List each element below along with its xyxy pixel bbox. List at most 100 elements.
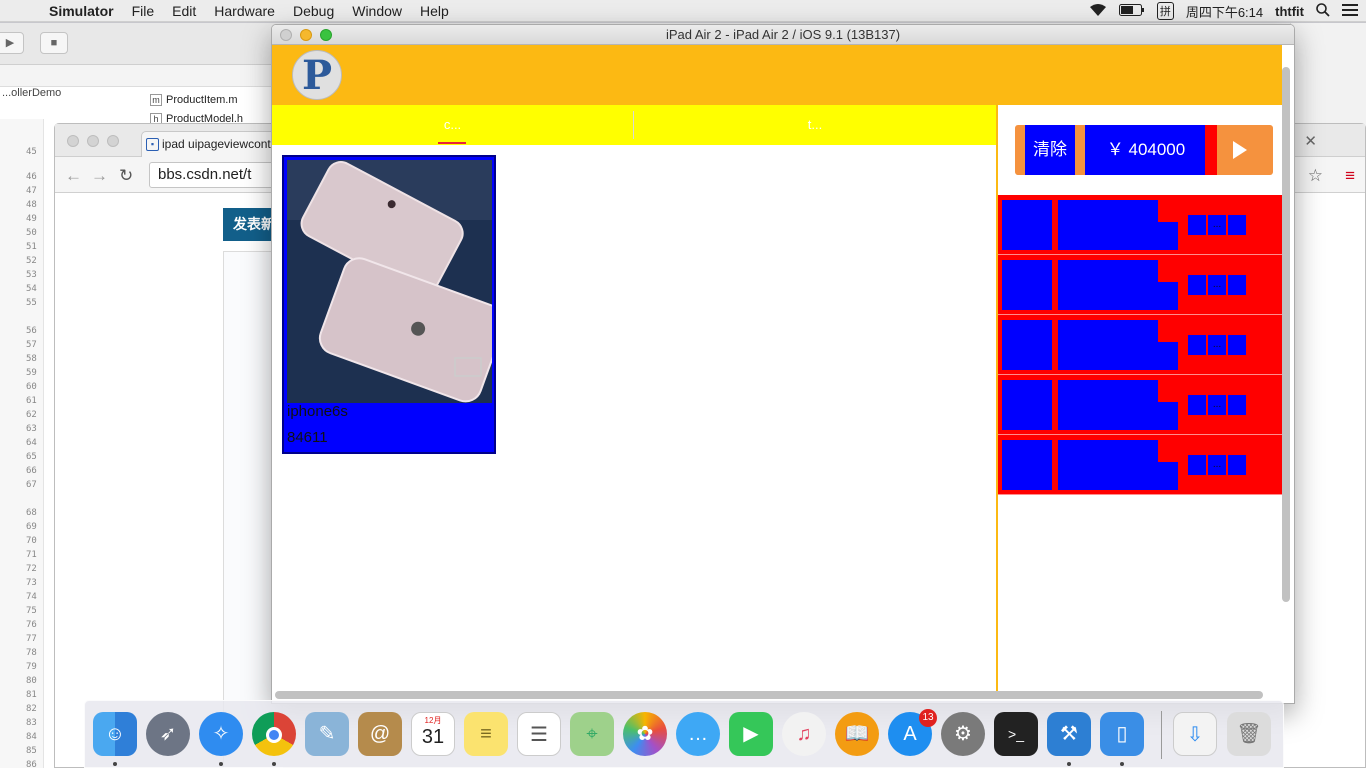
- line-number: 59: [26, 368, 37, 378]
- run-icon[interactable]: ▶: [0, 32, 24, 54]
- stop-icon[interactable]: ■: [40, 32, 68, 54]
- cart-row[interactable]: ...: [998, 195, 1282, 255]
- trash-icon[interactable]: 🗑: [1227, 712, 1271, 756]
- chrome-icon[interactable]: [252, 712, 296, 756]
- minimize-button[interactable]: [87, 135, 99, 147]
- line-number: 53: [26, 270, 37, 280]
- contacts-icon[interactable]: @: [358, 712, 402, 756]
- cart-total: ￥ 404000: [1085, 125, 1207, 175]
- quantity-label: ...: [1208, 395, 1226, 415]
- increment-button[interactable]: [1228, 455, 1246, 475]
- cart-item-price: [1058, 402, 1178, 430]
- menu-hardware[interactable]: Hardware: [205, 3, 284, 19]
- running-indicator: [272, 762, 276, 766]
- category-tab-bar: c... t...: [272, 105, 996, 145]
- input-method-icon[interactable]: 拼: [1156, 2, 1174, 20]
- system-preferences-icon[interactable]: ⚙: [941, 712, 985, 756]
- cart-row[interactable]: ...: [998, 375, 1282, 435]
- ibooks-icon[interactable]: 📖: [835, 712, 879, 756]
- cart-row[interactable]: ...: [998, 435, 1282, 495]
- menu-app-name[interactable]: Simulator: [40, 3, 123, 19]
- forward-icon[interactable]: →: [91, 166, 108, 186]
- tab-category-1[interactable]: c...: [272, 105, 633, 145]
- vertical-scrollbar[interactable]: [1282, 67, 1290, 602]
- product-image: [287, 160, 492, 403]
- cart-summary-bar: 清除 ￥ 404000: [1015, 125, 1273, 175]
- decrement-button[interactable]: [1188, 275, 1206, 295]
- app-logo[interactable]: P: [292, 50, 342, 100]
- horizontal-scrollbar[interactable]: [275, 691, 1263, 699]
- checkout-button[interactable]: [1217, 125, 1263, 175]
- increment-button[interactable]: [1228, 395, 1246, 415]
- minimize-button[interactable]: [300, 29, 312, 41]
- line-number: 69: [26, 522, 37, 532]
- menu-window[interactable]: Window: [343, 3, 411, 19]
- notes-icon[interactable]: ≡: [464, 712, 508, 756]
- menu-debug[interactable]: Debug: [284, 3, 343, 19]
- simulator-icon[interactable]: ▯: [1100, 712, 1144, 756]
- clock[interactable]: 周四下午6:14: [1186, 2, 1263, 21]
- decrement-button[interactable]: [1188, 395, 1206, 415]
- app-store-badge: 13: [919, 709, 937, 727]
- running-indicator: [1120, 762, 1124, 766]
- calendar-icon[interactable]: 12月 31: [411, 712, 455, 756]
- cart-row[interactable]: ...: [998, 255, 1282, 315]
- zoom-button[interactable]: [107, 135, 119, 147]
- menu-file[interactable]: File: [123, 3, 164, 19]
- reload-icon[interactable]: ↻: [119, 166, 133, 186]
- tab-category-2[interactable]: t...: [634, 105, 996, 145]
- line-number: 84: [26, 732, 37, 742]
- maps-icon[interactable]: ⌖: [570, 712, 614, 756]
- close-button[interactable]: [67, 135, 79, 147]
- downloads-stack-icon[interactable]: ⇩: [1173, 712, 1217, 756]
- photos-icon[interactable]: ✿: [623, 712, 667, 756]
- chrome-menu-icon[interactable]: ≡: [1345, 166, 1355, 186]
- xcode-icon[interactable]: ⚒: [1047, 712, 1091, 756]
- back-icon[interactable]: ←: [65, 166, 82, 186]
- increment-button[interactable]: [1228, 215, 1246, 235]
- address-bar[interactable]: bbs.csdn.net/t: [149, 162, 289, 188]
- decrement-button[interactable]: [1188, 215, 1206, 235]
- post-new-button[interactable]: 发表新: [223, 208, 275, 241]
- file-item[interactable]: m ProductItem.m: [150, 94, 238, 106]
- increment-button[interactable]: [1228, 275, 1246, 295]
- launchpad-icon[interactable]: ➶: [146, 712, 190, 756]
- xcode-breadcrumb[interactable]: ...ollerDemo: [2, 87, 61, 99]
- itunes-icon[interactable]: ♫: [782, 712, 826, 756]
- terminal-icon[interactable]: >_: [994, 712, 1038, 756]
- menu-edit[interactable]: Edit: [163, 3, 205, 19]
- line-number: 63: [26, 424, 37, 434]
- line-number: 78: [26, 648, 37, 658]
- clear-cart-button[interactable]: 清除: [1025, 125, 1075, 175]
- cart-row[interactable]: ...: [998, 315, 1282, 375]
- notification-center-icon[interactable]: [1342, 3, 1358, 19]
- messages-icon[interactable]: …: [676, 712, 720, 756]
- close-tab-icon[interactable]: ✕: [1304, 132, 1317, 150]
- zoom-button[interactable]: [320, 29, 332, 41]
- decrement-button[interactable]: [1188, 335, 1206, 355]
- increment-button[interactable]: [1228, 335, 1246, 355]
- line-number: 52: [26, 256, 37, 266]
- spotlight-search-icon[interactable]: [1316, 2, 1330, 20]
- cart-item-name: [1058, 440, 1158, 462]
- facetime-icon[interactable]: ▶: [729, 712, 773, 756]
- decrement-button[interactable]: [1188, 455, 1206, 475]
- product-card[interactable]: iphone6s 84611: [282, 155, 496, 454]
- menu-help[interactable]: Help: [411, 3, 458, 19]
- safari-icon[interactable]: ✧: [199, 712, 243, 756]
- finder-icon[interactable]: ☺: [93, 712, 137, 756]
- play-arrow-icon: [1233, 141, 1247, 159]
- wifi-icon[interactable]: [1089, 3, 1107, 20]
- close-button[interactable]: [280, 29, 292, 41]
- user-name[interactable]: thtfit: [1275, 4, 1304, 19]
- line-number: 61: [26, 396, 37, 406]
- bookmark-star-icon[interactable]: ☆: [1308, 166, 1323, 186]
- cart-item-price: [1058, 282, 1178, 310]
- simulator-titlebar: iPad Air 2 - iPad Air 2 / iOS 9.1 (13B13…: [272, 25, 1294, 45]
- running-indicator: [113, 762, 117, 766]
- reminders-icon[interactable]: ☰: [517, 712, 561, 756]
- browser-tab[interactable]: ▪ ipad uipageviewcont: [141, 131, 291, 157]
- battery-icon[interactable]: [1118, 3, 1145, 19]
- line-number: 62: [26, 410, 37, 420]
- preview-icon[interactable]: ✎: [305, 712, 349, 756]
